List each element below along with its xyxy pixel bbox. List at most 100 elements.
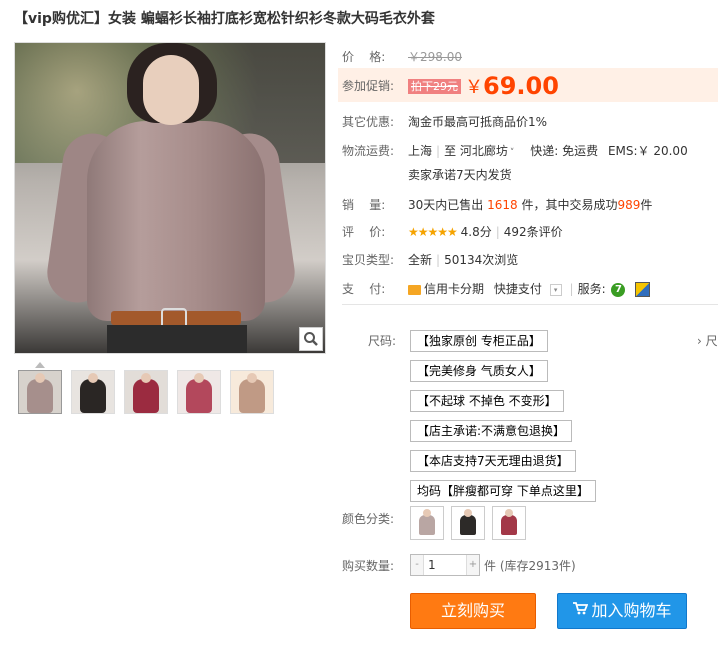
image-skirt bbox=[107, 325, 247, 353]
promo-label: 参加促销: bbox=[342, 78, 395, 93]
item-type-value: 全新 bbox=[408, 253, 433, 267]
swatch-head bbox=[423, 509, 431, 517]
swatch-figure bbox=[460, 515, 476, 535]
swatch-head bbox=[505, 509, 513, 517]
sales-row: 销 量: 30天内已售出 1618 件，其中交易成功989件 bbox=[342, 196, 652, 213]
sales-mid: 件，其中交易成功 bbox=[521, 198, 618, 212]
rating-label: 评 价: bbox=[342, 225, 386, 239]
separator: | bbox=[495, 225, 500, 239]
thumbnail-head bbox=[194, 373, 204, 383]
size-option[interactable]: 【独家原创 专柜正品】 bbox=[410, 330, 548, 352]
promo-currency: ￥ bbox=[465, 77, 483, 98]
view-count: 50134次浏览 bbox=[444, 253, 519, 267]
rating-row: 评 价: ★★★★★ 4.8分 | 492条评价 bbox=[342, 223, 563, 240]
payment-row: 支 付: 信用卡分期 快捷支付 ▾ | 服务: 7 bbox=[342, 280, 651, 297]
ship-promise: 卖家承诺7天内发货 bbox=[408, 168, 512, 182]
pay-quick[interactable]: 快捷支付 bbox=[494, 282, 542, 296]
size-option[interactable]: 【店主承诺:不满意包退换】 bbox=[410, 420, 573, 442]
shipping-label: 物流运费: bbox=[342, 144, 395, 158]
color-swatch-2[interactable] bbox=[451, 506, 485, 540]
thumbnail-pointer bbox=[35, 362, 45, 368]
color-swatches bbox=[410, 506, 526, 540]
thumbnail-strip bbox=[18, 370, 274, 414]
credit-card-icon bbox=[408, 284, 421, 295]
size-option[interactable]: 【完美修身 气质女人】 bbox=[410, 360, 548, 382]
thumbnail-4[interactable] bbox=[177, 370, 221, 414]
rating-reviews-link[interactable]: 492条评价 bbox=[504, 225, 563, 239]
rating-score: 4.8分 bbox=[460, 225, 492, 239]
quantity-plus-button[interactable]: + bbox=[467, 555, 479, 575]
swatch-figure bbox=[419, 515, 435, 535]
main-product-image[interactable] bbox=[14, 42, 326, 354]
price-row: 价 格: ￥298.00 bbox=[342, 48, 462, 65]
payment-label: 支 付: bbox=[342, 282, 386, 296]
size-label: 尺码: bbox=[368, 334, 397, 348]
sales-suffix: 件 bbox=[640, 198, 653, 212]
item-type-label: 宝贝类型: bbox=[342, 253, 395, 267]
add-to-cart-button[interactable]: 加入购物车 bbox=[557, 593, 687, 629]
image-sweater bbox=[87, 121, 265, 321]
thumbnail-figure bbox=[186, 379, 212, 413]
buy-now-button[interactable]: 立刻购买 bbox=[410, 593, 536, 629]
sales-label: 销 量: bbox=[342, 198, 386, 212]
quantity-label: 购买数量: bbox=[342, 559, 395, 573]
color-swatch-3[interactable] bbox=[492, 506, 526, 540]
swatch-head bbox=[464, 509, 472, 517]
size-chart-link[interactable]: › 尺 bbox=[697, 332, 718, 349]
separator: | bbox=[436, 253, 441, 267]
item-type-row: 宝贝类型: 全新 | 50134次浏览 bbox=[342, 251, 518, 268]
divider bbox=[342, 304, 718, 305]
thumbnail-head bbox=[35, 373, 45, 383]
quantity-input[interactable]: 1 bbox=[423, 555, 467, 575]
thumbnail-head bbox=[247, 373, 257, 383]
sales-prefix: 30天内已售出 bbox=[408, 198, 484, 212]
ship-to-selector[interactable]: 河北廊坊 bbox=[460, 144, 508, 158]
other-offers-text: 淘金币最高可抵商品价1% bbox=[408, 115, 548, 129]
add-to-cart-label: 加入购物车 bbox=[591, 601, 672, 620]
zoom-icon[interactable] bbox=[299, 327, 323, 351]
quantity-box: - 1 + bbox=[410, 554, 480, 576]
size-options: 【独家原创 专柜正品】 【完美修身 气质女人】 【不起球 不掉色 不变形】 【店… bbox=[410, 330, 596, 510]
separator: | bbox=[569, 282, 574, 296]
color-label: 颜色分类: bbox=[342, 512, 395, 526]
guarantee-icon[interactable] bbox=[635, 282, 651, 297]
promo-price: 69.00 bbox=[483, 72, 559, 100]
other-offers-row: 其它优惠: 淘金币最高可抵商品价1% bbox=[342, 113, 547, 130]
price-label: 价 格: bbox=[342, 50, 386, 64]
original-price: ￥298.00 bbox=[408, 50, 462, 64]
color-swatch-1[interactable] bbox=[410, 506, 444, 540]
image-face bbox=[143, 55, 199, 125]
rating-stars: ★★★★★ bbox=[408, 225, 458, 239]
shipping-row: 物流运费: 上海 | 至 河北廊坊 ˅ 快递: 免运费 EMS:￥ 20.00 bbox=[342, 142, 688, 159]
size-option[interactable]: 均码【胖瘦都可穿 下单点这里】 bbox=[410, 480, 596, 502]
dropdown-icon[interactable]: ▾ bbox=[549, 283, 562, 296]
express-fee: 快递: 免运费 bbox=[530, 144, 599, 158]
promo-row: 参加促销: 拍下29元 ￥69.00 bbox=[342, 72, 559, 100]
seven-day-return-icon[interactable]: 7 bbox=[611, 282, 626, 297]
thumbnail-figure bbox=[239, 379, 265, 413]
quantity-stepper: - 1 + 件 (库存2913件) bbox=[410, 554, 576, 576]
size-option[interactable]: 【不起球 不掉色 不变形】 bbox=[410, 390, 564, 412]
thumbnail-3[interactable] bbox=[124, 370, 168, 414]
thumbnail-1[interactable] bbox=[18, 370, 62, 414]
separator: | bbox=[436, 144, 441, 158]
promo-tag: 拍下29元 bbox=[408, 78, 461, 94]
service-label: 服务: bbox=[577, 282, 606, 296]
sales-success: 989 bbox=[617, 198, 641, 212]
chevron-down-icon[interactable]: ˅ bbox=[510, 148, 515, 158]
thumbnail-figure bbox=[80, 379, 106, 413]
thumbnail-head bbox=[88, 373, 98, 383]
thumbnail-head bbox=[141, 373, 151, 383]
thumbnail-figure bbox=[133, 379, 159, 413]
thumbnail-2[interactable] bbox=[71, 370, 115, 414]
swatch-figure bbox=[501, 515, 517, 535]
pay-credit[interactable]: 信用卡分期 bbox=[424, 282, 484, 296]
stock-text: 件 (库存2913件) bbox=[484, 558, 576, 573]
ems-fee: EMS:￥ 20.00 bbox=[607, 144, 688, 158]
sales-count: 1618 bbox=[487, 198, 518, 212]
ship-to-prefix: 至 bbox=[444, 144, 457, 158]
cart-icon bbox=[572, 593, 589, 627]
thumbnail-5[interactable] bbox=[230, 370, 274, 414]
size-option[interactable]: 【本店支持7天无理由退货】 bbox=[410, 450, 576, 472]
quantity-minus-button[interactable]: - bbox=[411, 555, 423, 575]
